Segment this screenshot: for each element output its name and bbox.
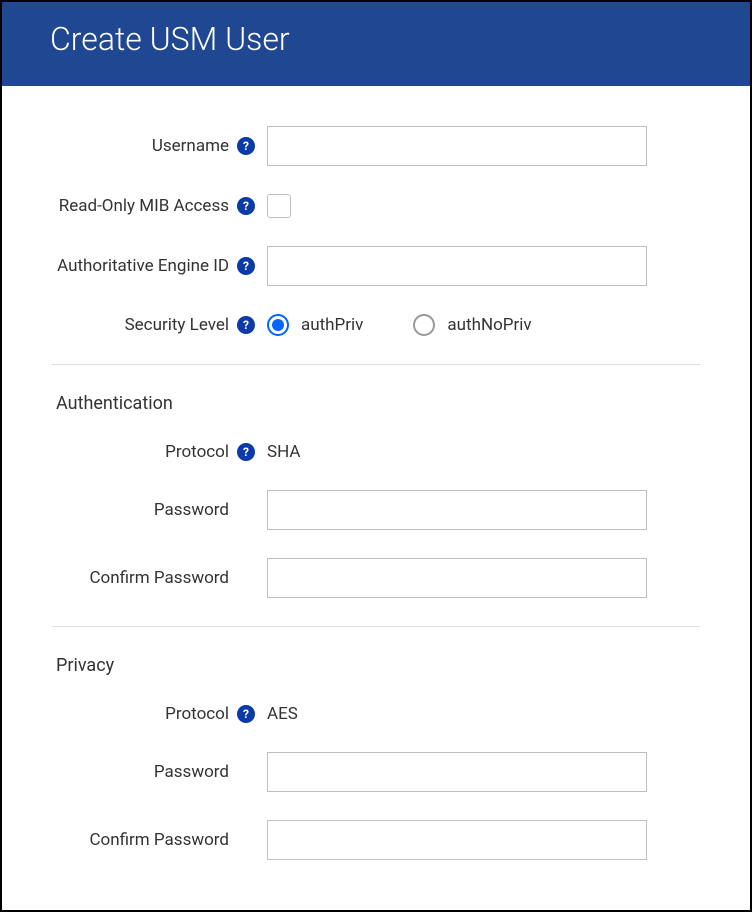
label-engine-id: Authoritative Engine ID: [57, 256, 229, 276]
row-privacy-password: Password: [52, 752, 700, 792]
username-input[interactable]: [267, 126, 647, 166]
label-privacy-password: Password: [154, 762, 229, 782]
help-icon[interactable]: ?: [237, 443, 255, 461]
section-title-privacy: Privacy: [56, 655, 700, 676]
row-engine-id: Authoritative Engine ID ?: [52, 246, 700, 286]
help-icon[interactable]: ?: [237, 137, 255, 155]
label-auth-password: Password: [154, 500, 229, 520]
page-header: Create USM User: [2, 2, 750, 86]
help-icon[interactable]: ?: [237, 705, 255, 723]
row-privacy-protocol: Protocol ? AES: [52, 704, 700, 724]
form-body: Username ? Read-Only MIB Access ? Author…: [2, 86, 750, 908]
security-level-radio-group: authPriv authNoPriv: [267, 314, 532, 336]
row-auth-password: Password: [52, 490, 700, 530]
label-privacy-protocol: Protocol: [165, 704, 229, 724]
row-auth-protocol: Protocol ? SHA: [52, 442, 700, 462]
section-title-authentication: Authentication: [56, 393, 700, 414]
label-auth-protocol: Protocol: [165, 442, 229, 462]
label-readonly-mib: Read-Only MIB Access: [59, 196, 229, 216]
radio-circle-icon: [413, 314, 435, 336]
radio-authnopriv[interactable]: authNoPriv: [413, 314, 531, 336]
help-icon[interactable]: ?: [237, 257, 255, 275]
label-security-level: Security Level: [125, 315, 229, 335]
privacy-confirm-password-input[interactable]: [267, 820, 647, 860]
privacy-protocol-value: AES: [267, 704, 298, 724]
engine-id-input[interactable]: [267, 246, 647, 286]
divider: [52, 364, 700, 365]
label-username: Username: [152, 136, 229, 156]
privacy-password-input[interactable]: [267, 752, 647, 792]
row-username: Username ?: [52, 126, 700, 166]
radio-label-authpriv: authPriv: [301, 315, 363, 335]
row-auth-confirm-password: Confirm Password: [52, 558, 700, 598]
help-icon[interactable]: ?: [237, 197, 255, 215]
auth-confirm-password-input[interactable]: [267, 558, 647, 598]
radio-dot-icon: [272, 319, 284, 331]
row-privacy-confirm-password: Confirm Password: [52, 820, 700, 860]
readonly-mib-checkbox[interactable]: [267, 194, 291, 218]
label-auth-confirm-password: Confirm Password: [89, 568, 229, 588]
auth-protocol-value: SHA: [267, 442, 300, 462]
radio-label-authnopriv: authNoPriv: [447, 315, 531, 335]
row-readonly-mib: Read-Only MIB Access ?: [52, 194, 700, 218]
radio-authpriv[interactable]: authPriv: [267, 314, 363, 336]
radio-circle-icon: [267, 314, 289, 336]
row-security-level: Security Level ? authPriv authNoPriv: [52, 314, 700, 336]
label-privacy-confirm-password: Confirm Password: [89, 830, 229, 850]
page-title: Create USM User: [50, 20, 290, 58]
auth-password-input[interactable]: [267, 490, 647, 530]
help-icon[interactable]: ?: [237, 316, 255, 334]
divider: [52, 626, 700, 627]
